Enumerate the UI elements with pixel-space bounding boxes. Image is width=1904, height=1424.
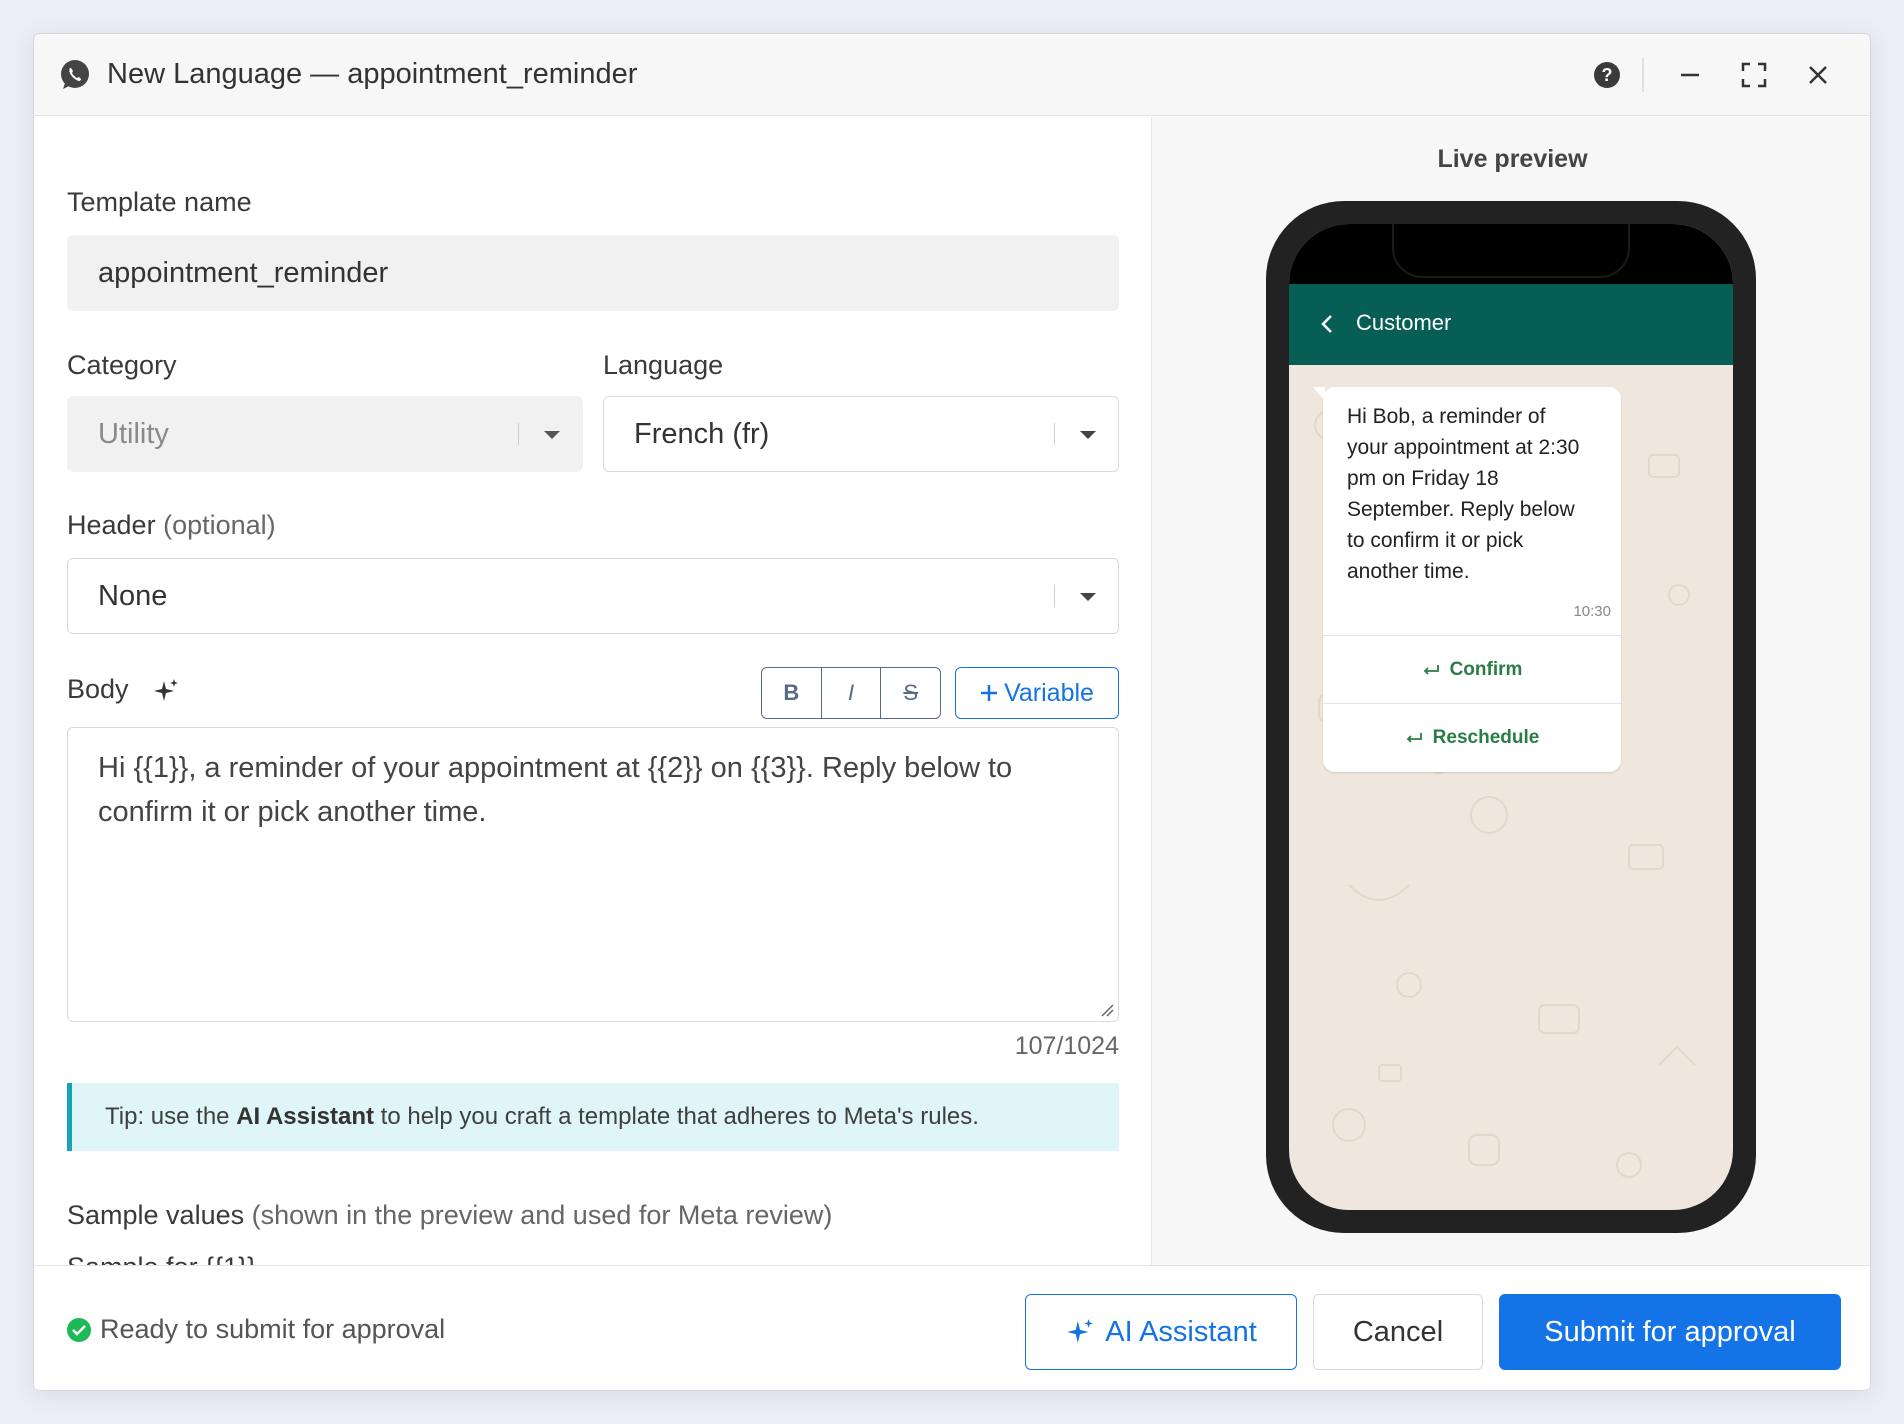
cancel-button[interactable]: Cancel — [1313, 1294, 1483, 1370]
language-label: Language — [603, 350, 724, 380]
bold-button[interactable]: B — [762, 668, 822, 718]
sample-values-note: (shown in the preview and used for Meta … — [251, 1200, 833, 1230]
header-label-note: (optional) — [163, 510, 276, 540]
sparkle-icon[interactable] — [152, 677, 180, 705]
sparkle-icon — [1067, 1319, 1094, 1343]
add-variable-button[interactable]: Variable — [955, 667, 1119, 719]
quick-reply-reschedule: Reschedule — [1323, 703, 1621, 771]
chevron-down-icon — [1080, 431, 1096, 439]
category-value: Utility — [98, 418, 169, 450]
reply-icon — [1423, 664, 1439, 675]
close-button[interactable] — [1799, 56, 1837, 94]
maximize-button[interactable] — [1735, 56, 1773, 94]
sample-1-label: Sample for {{1}} — [67, 1252, 256, 1265]
template-name-label: Template name — [67, 187, 252, 217]
character-counter: 107/1024 — [1014, 1032, 1119, 1060]
preview-title: Live preview — [1437, 145, 1588, 173]
title-bar: New Language — appointment_reminder ? — [34, 34, 1870, 116]
minimize-icon — [1681, 73, 1699, 77]
form-panel: Template name appointment_reminder Categ… — [34, 117, 1151, 1265]
ai-assistant-button[interactable]: AI Assistant — [1025, 1294, 1297, 1370]
header-dropdown-toggle[interactable] — [1054, 559, 1118, 633]
quick-reply-reschedule-label: Reschedule — [1432, 726, 1540, 748]
contact-name: Customer — [1356, 310, 1452, 335]
category-dropdown-toggle — [518, 397, 582, 471]
language-dropdown-toggle[interactable] — [1054, 397, 1118, 471]
tip-emphasis: AI Assistant — [236, 1103, 374, 1130]
sample-values-title: Sample values — [67, 1200, 245, 1230]
submit-for-approval-button[interactable]: Submit for approval — [1499, 1294, 1841, 1370]
tip-prefix: Tip: use the — [105, 1103, 237, 1130]
chevron-down-icon — [1080, 593, 1096, 601]
template-name-field: appointment_reminder — [67, 235, 1119, 311]
maximize-icon — [1741, 62, 1767, 88]
back-chevron-icon — [1321, 315, 1332, 333]
message-time: 10:30 — [1573, 603, 1611, 620]
dialog-footer: Ready to submit for approval AI Assistan… — [34, 1265, 1870, 1390]
language-value: French (fr) — [634, 418, 770, 450]
phone-screen: Customer Hi Bob, a reminder of your appo… — [1289, 224, 1733, 1210]
header-label: Header (optional) — [67, 510, 276, 541]
format-toolbar: B I S — [761, 667, 941, 719]
close-icon — [1809, 66, 1827, 84]
plus-icon — [981, 685, 998, 701]
header-value: None — [98, 580, 168, 612]
tip-banner: Tip: use the AI Assistant to help you cr… — [67, 1083, 1119, 1151]
reply-icon — [1406, 732, 1422, 743]
minimize-button[interactable] — [1671, 56, 1709, 94]
language-select[interactable]: French (fr) — [603, 396, 1119, 472]
add-variable-label: Variable — [1004, 678, 1094, 707]
body-textarea[interactable]: Hi {{1}}, a reminder of your appointment… — [67, 727, 1119, 1022]
help-icon: ? — [1594, 62, 1620, 88]
resize-handle-icon[interactable] — [1100, 1003, 1114, 1017]
body-text: Hi {{1}}, a reminder of your appointment… — [98, 752, 1013, 828]
phone-notch — [1392, 224, 1630, 278]
chat-header: Customer — [1289, 284, 1733, 365]
strikethrough-button[interactable]: S — [881, 668, 940, 718]
phone-mockup: Customer Hi Bob, a reminder of your appo… — [1266, 201, 1756, 1233]
check-circle-icon — [67, 1318, 91, 1342]
category-label: Category — [67, 350, 177, 380]
italic-button[interactable]: I — [822, 668, 882, 718]
new-language-dialog: New Language — appointment_reminder ? Te… — [33, 33, 1871, 1391]
quick-reply-confirm: Confirm — [1323, 635, 1621, 703]
sample-values-label: Sample values (shown in the preview and … — [67, 1200, 832, 1231]
chevron-down-icon — [544, 431, 560, 439]
body-label: Body — [67, 674, 129, 704]
quick-reply-confirm-label: Confirm — [1449, 658, 1523, 680]
svg-text:?: ? — [1602, 65, 1613, 85]
category-select: Utility — [67, 396, 583, 472]
header-label-text: Header — [67, 510, 156, 540]
window-title: New Language — appointment_reminder — [107, 58, 638, 90]
ai-assistant-label: AI Assistant — [1105, 1315, 1257, 1348]
header-select[interactable]: None — [67, 558, 1119, 634]
whatsapp-icon — [61, 60, 89, 89]
title-bar-divider — [1642, 58, 1644, 92]
help-button[interactable]: ? — [1588, 56, 1626, 94]
tip-suffix: to help you craft a template that adhere… — [374, 1103, 979, 1130]
status-bar — [1289, 224, 1733, 284]
message-bubble: Hi Bob, a reminder of your appointment a… — [1313, 387, 1621, 772]
status-message: Ready to submit for approval — [100, 1314, 446, 1344]
message-text: Hi Bob, a reminder of your appointment a… — [1347, 405, 1580, 583]
